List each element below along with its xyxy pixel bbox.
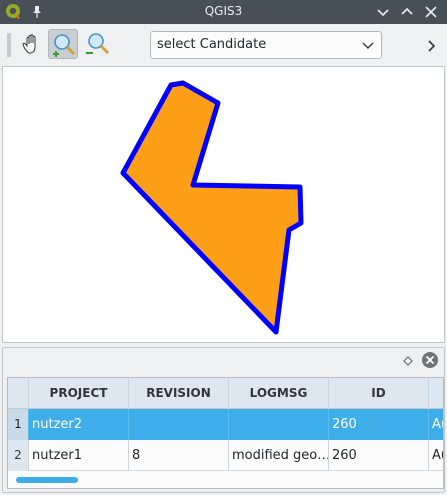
chevron-down-icon — [361, 38, 375, 52]
maximize-icon[interactable] — [398, 3, 416, 21]
column-header-more[interactable] — [429, 378, 443, 409]
map-svg — [120, 80, 304, 335]
cell-extra[interactable]: Au — [429, 409, 443, 440]
zoom-out-icon — [86, 33, 110, 55]
cell-project[interactable]: nutzer1 — [29, 440, 129, 471]
float-icon[interactable] — [401, 353, 415, 367]
close-icon[interactable] — [422, 3, 440, 21]
row-number[interactable]: 1 — [8, 409, 29, 440]
candidate-select[interactable]: select Candidate — [150, 31, 382, 59]
pan-tool-button[interactable] — [17, 29, 47, 59]
toolbar: select Candidate — [0, 24, 447, 66]
column-header-revision[interactable]: REVISION — [129, 378, 229, 409]
table-header-row: PROJECT REVISION LOGMSG ID — [8, 378, 443, 409]
cell-revision[interactable]: 8 — [129, 440, 229, 471]
column-header-logmsg[interactable]: LOGMSG — [229, 378, 329, 409]
horizontal-scrollbar[interactable] — [16, 477, 78, 483]
close-circle-icon[interactable] — [421, 351, 439, 369]
column-header-id[interactable]: ID — [329, 378, 429, 409]
table-row[interactable]: 1 nutzer2 260 Au — [8, 409, 443, 440]
header-corner[interactable] — [8, 378, 29, 409]
table-row[interactable]: 2 nutzer1 8 modified geo… 260 Au — [8, 440, 443, 471]
attribute-dock: PROJECT REVISION LOGMSG ID 1 nutzer2 260… — [2, 347, 445, 493]
pan-hand-icon — [22, 34, 36, 54]
zoom-in-icon — [53, 34, 76, 57]
zoom-in-tool-button[interactable] — [48, 29, 78, 59]
window-titlebar: QGIS3 — [0, 0, 447, 24]
column-header-project[interactable]: PROJECT — [29, 378, 129, 409]
attribute-table: PROJECT REVISION LOGMSG ID 1 nutzer2 260… — [7, 377, 444, 489]
map-canvas[interactable] — [2, 66, 445, 343]
minimize-icon[interactable] — [374, 3, 392, 21]
cell-id[interactable]: 260 — [329, 409, 429, 440]
cell-logmsg[interactable]: modified geo… — [229, 440, 329, 471]
chevron-right-icon[interactable] — [424, 38, 438, 52]
candidate-polygon[interactable] — [120, 80, 304, 335]
cell-revision[interactable] — [129, 409, 229, 440]
cell-project[interactable]: nutzer2 — [29, 409, 129, 440]
cell-logmsg[interactable] — [229, 409, 329, 440]
zoom-out-tool-button[interactable] — [82, 29, 112, 59]
candidate-select-value: select Candidate — [157, 37, 267, 52]
cell-id[interactable]: 260 — [329, 440, 429, 471]
toolbar-handle[interactable] — [6, 30, 12, 60]
row-number[interactable]: 2 — [8, 440, 29, 471]
cell-extra[interactable]: Au — [429, 440, 443, 471]
